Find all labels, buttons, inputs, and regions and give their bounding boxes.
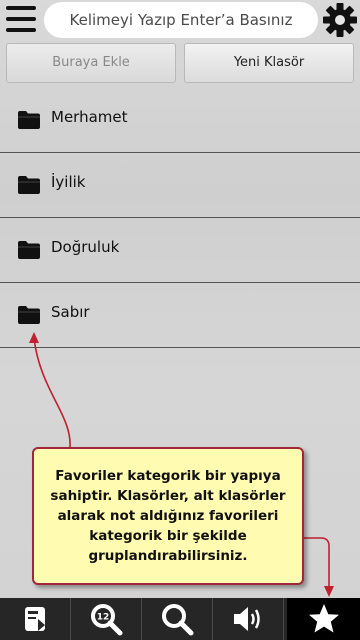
arrowhead-star: [324, 586, 334, 597]
bottom-nav: 12: [0, 598, 360, 640]
tab-speaker[interactable]: [213, 598, 284, 640]
tab-favorites[interactable]: [287, 598, 360, 640]
tab-zoom-level[interactable]: 12: [71, 598, 142, 640]
folder-label: Sabır: [51, 303, 90, 321]
folder-label: İyilik: [51, 173, 86, 191]
zoom-level-icon: 12: [91, 604, 123, 636]
folder-label: Merhamet: [51, 108, 128, 126]
folder-label: Doğruluk: [51, 238, 120, 256]
search-input[interactable]: [44, 2, 318, 38]
tab-search[interactable]: [142, 598, 213, 640]
folder-icon: [18, 111, 40, 129]
tab-notebook[interactable]: [0, 598, 71, 640]
hamburger-menu-icon[interactable]: [4, 4, 38, 36]
add-here-button[interactable]: Buraya Ekle: [6, 43, 176, 83]
top-bar: [0, 0, 360, 40]
folder-icon: [18, 241, 40, 259]
folder-item[interactable]: Merhamet: [0, 88, 360, 153]
zoom-level-badge: 12: [97, 613, 110, 623]
tooltip-text: Favoriler kategorik bir yapıya sahiptir.…: [50, 468, 286, 564]
new-folder-button[interactable]: Yeni Klasör: [184, 43, 354, 83]
search-icon: [162, 604, 194, 636]
star-icon: [308, 604, 339, 633]
speaker-icon: [234, 607, 260, 631]
folder-list: Merhamet İyilik Doğruluk Sabır: [0, 88, 360, 348]
folder-item[interactable]: İyilik: [0, 153, 360, 218]
folder-icon: [18, 306, 40, 324]
folder-item[interactable]: Doğruluk: [0, 218, 360, 283]
notebook-icon: [25, 607, 45, 631]
arrow-to-folder: [33, 337, 71, 448]
folder-item[interactable]: Sabır: [0, 283, 360, 348]
tooltip-callout: Favoriler kategorik bir yapıya sahiptir.…: [32, 447, 304, 585]
folder-icon: [18, 176, 40, 194]
gear-icon[interactable]: [322, 2, 358, 38]
folder-actions: Buraya Ekle Yeni Klasör: [6, 43, 354, 83]
arrow-to-star: [304, 537, 330, 590]
